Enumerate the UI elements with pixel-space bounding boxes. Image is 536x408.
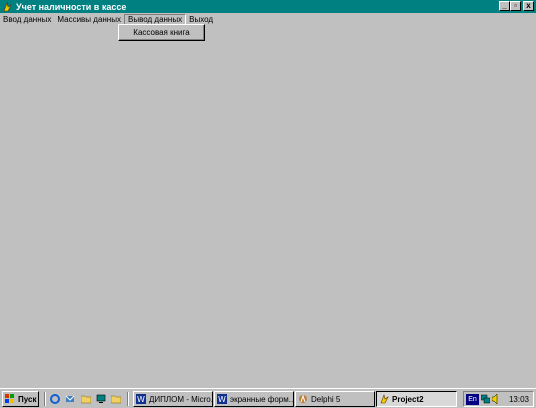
taskbar-separator bbox=[127, 392, 129, 406]
title-bar[interactable]: Учет наличности в кассе _ ▫ x bbox=[0, 0, 536, 13]
language-indicator[interactable]: En bbox=[466, 393, 479, 405]
minimize-button[interactable]: _ bbox=[499, 1, 510, 11]
menu-bar: Ввод данных Массивы данных Вывод данных … bbox=[0, 13, 536, 25]
word-document-icon: W bbox=[217, 394, 227, 404]
task-label: экранные форм... bbox=[230, 394, 294, 404]
task-label: Delphi 5 bbox=[311, 394, 341, 404]
menu-item-cash-book[interactable]: Кассовая книга bbox=[121, 27, 202, 38]
network-icon[interactable] bbox=[481, 394, 490, 404]
svg-text:W: W bbox=[137, 395, 145, 404]
window-controls: _ ▫ x bbox=[499, 1, 534, 11]
task-button-diplom[interactable]: W ДИПЛОМ - Micro... bbox=[133, 391, 213, 407]
svg-text:W: W bbox=[218, 395, 226, 404]
windows-logo-icon bbox=[5, 394, 15, 404]
menu-data-output[interactable]: Вывод данных bbox=[123, 13, 187, 25]
volume-icon[interactable] bbox=[492, 394, 501, 404]
app-icon[interactable] bbox=[2, 1, 13, 12]
task-button-delphi[interactable]: Delphi 5 bbox=[295, 391, 375, 407]
start-button[interactable]: Пуск bbox=[2, 391, 39, 407]
task-button-screen-forms[interactable]: W экранные форм... bbox=[214, 391, 294, 407]
folder-icon-2[interactable] bbox=[110, 394, 121, 404]
delphi-icon bbox=[298, 394, 308, 404]
internet-explorer-icon[interactable] bbox=[49, 394, 60, 404]
task-label: ДИПЛОМ - Micro... bbox=[149, 394, 213, 404]
menu-data-input[interactable]: Ввод данных bbox=[0, 14, 54, 25]
outlook-express-icon[interactable] bbox=[64, 394, 75, 404]
word-document-icon: W bbox=[136, 394, 146, 404]
clock[interactable]: 13:03 bbox=[509, 395, 529, 404]
desktop-icon[interactable] bbox=[95, 394, 106, 404]
client-area bbox=[0, 25, 536, 388]
taskbar-separator bbox=[44, 392, 46, 406]
task-button-project2[interactable]: Project2 bbox=[376, 391, 457, 407]
project-icon bbox=[379, 394, 389, 404]
close-button[interactable]: x bbox=[523, 1, 534, 11]
taskbar: Пуск W ДИПЛОМ - Micro... W экранные форм… bbox=[0, 388, 536, 408]
folder-icon[interactable] bbox=[80, 394, 91, 404]
menu-data-arrays[interactable]: Массивы данных bbox=[54, 14, 124, 25]
window-title: Учет наличности в кассе bbox=[16, 1, 127, 12]
start-label: Пуск bbox=[18, 394, 37, 404]
menu-exit[interactable]: Выход bbox=[186, 14, 216, 25]
data-output-dropdown: Кассовая книга bbox=[118, 24, 205, 41]
system-tray: En 13:03 bbox=[463, 391, 534, 407]
maximize-button[interactable]: ▫ bbox=[510, 1, 521, 11]
task-label: Project2 bbox=[392, 394, 424, 404]
